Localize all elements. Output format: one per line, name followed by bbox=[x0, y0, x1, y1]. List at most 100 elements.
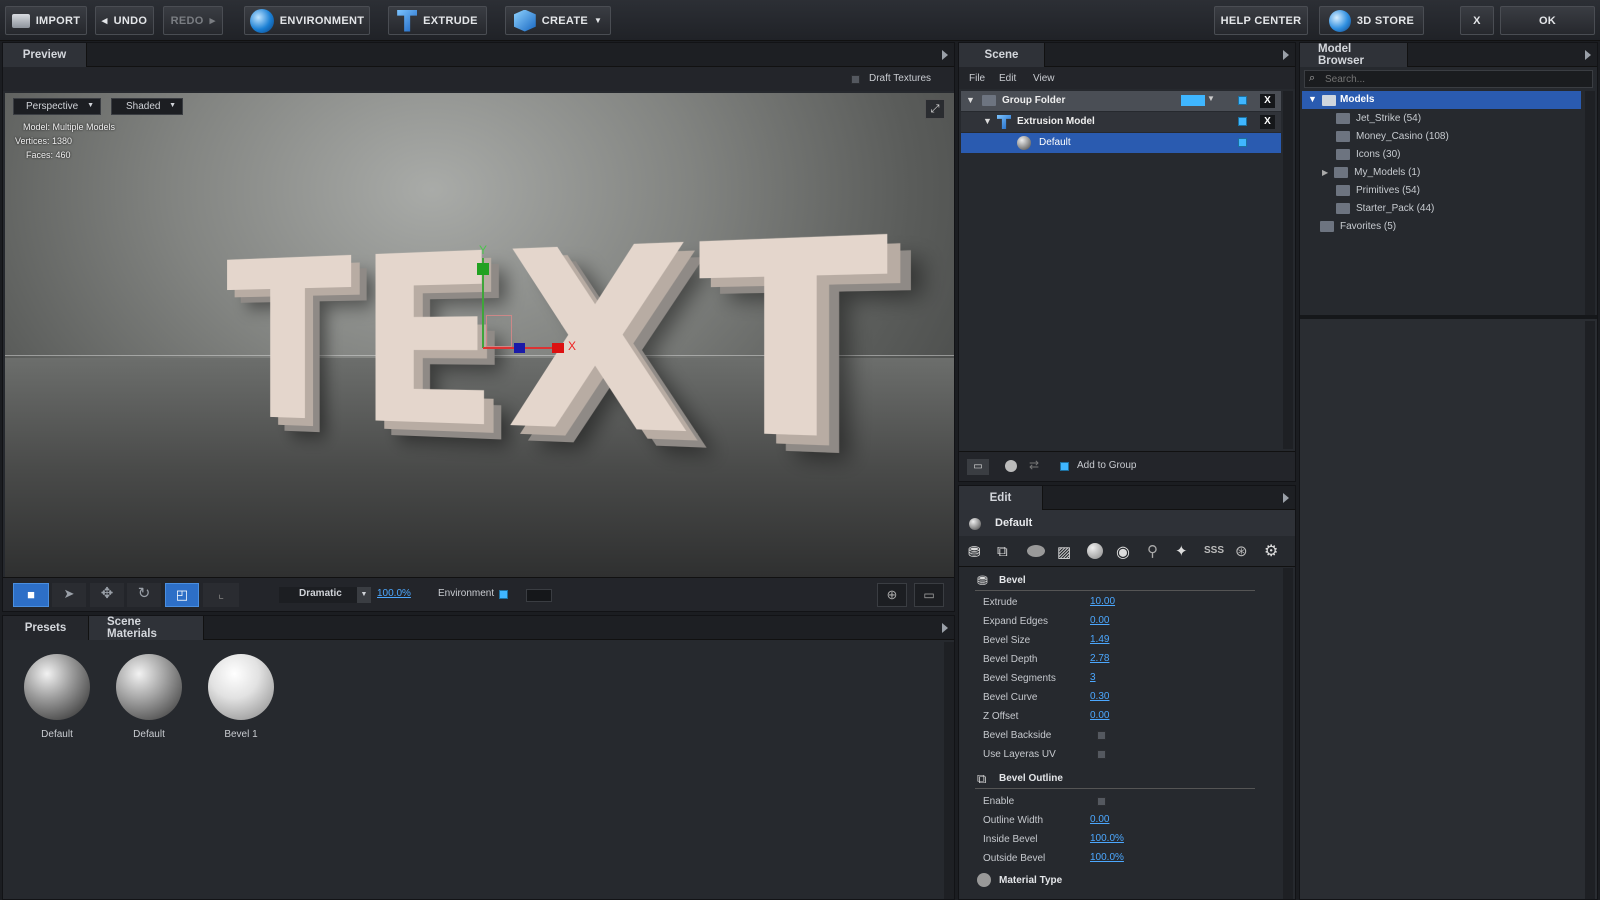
gizmo-x-handle[interactable] bbox=[552, 343, 564, 353]
menu-file[interactable]: File bbox=[969, 73, 985, 84]
3d-viewport[interactable]: TEXT Y X Perspective ▼ Shaded ▼ Model: M… bbox=[5, 93, 954, 577]
material-sphere[interactable] bbox=[208, 654, 274, 720]
scene-scrollbar[interactable] bbox=[1283, 91, 1293, 449]
model-folder-item[interactable]: Primitives (54) bbox=[1336, 182, 1420, 199]
prop-value[interactable]: 10.00 bbox=[1090, 596, 1115, 607]
prop-value[interactable]: 100.0% bbox=[1090, 833, 1124, 844]
target-icon[interactable]: ⊕ bbox=[877, 583, 907, 607]
panel-collapse-arrow-icon[interactable] bbox=[1283, 493, 1289, 503]
visibility-checkbox[interactable] bbox=[1238, 96, 1247, 105]
import-button[interactable]: IMPORT bbox=[5, 6, 87, 35]
panel-collapse-arrow-icon[interactable] bbox=[942, 50, 948, 60]
tab-scene-materials[interactable]: Scene Materials bbox=[89, 616, 204, 640]
material-add-icon[interactable] bbox=[1005, 460, 1017, 472]
tab-model-browser[interactable]: Model Browser bbox=[1300, 43, 1408, 67]
lighting-intensity-field[interactable]: 100.0% bbox=[377, 588, 411, 599]
tree-row-extrusion-model[interactable]: ▼ Extrusion Model X bbox=[961, 112, 1281, 132]
materials-scrollbar[interactable] bbox=[944, 642, 954, 899]
model-folder-item[interactable]: Money_Casino (108) bbox=[1336, 128, 1449, 145]
tree-row-group-folder[interactable]: ▼ Group Folder ▼ X bbox=[961, 91, 1281, 111]
panel-collapse-arrow-icon[interactable] bbox=[1585, 50, 1591, 60]
search-input[interactable] bbox=[1325, 72, 1585, 86]
rotate-tool-icon[interactable]: ↻ bbox=[127, 583, 161, 607]
prop-value[interactable]: 2.78 bbox=[1090, 653, 1109, 664]
material-sphere[interactable] bbox=[24, 654, 90, 720]
add-to-group-checkbox[interactable] bbox=[1060, 462, 1069, 471]
expand-arrow-icon[interactable]: ▼ bbox=[1308, 94, 1317, 104]
camera-tool-icon[interactable]: ■ bbox=[13, 583, 49, 607]
create-button[interactable]: CREATE ▼ bbox=[505, 6, 611, 35]
visibility-checkbox[interactable] bbox=[1238, 138, 1247, 147]
link-icon[interactable]: ⇄ bbox=[1029, 458, 1039, 472]
redo-button[interactable]: REDO ▸ bbox=[163, 6, 223, 35]
outline-tab-icon[interactable]: ⧉ bbox=[997, 543, 1008, 560]
edit-scrollbar[interactable] bbox=[1283, 568, 1293, 899]
render-mode-dropdown[interactable]: Shaded ▼ bbox=[111, 98, 183, 115]
gear-icon[interactable]: ⚙ bbox=[1264, 541, 1278, 561]
sss-tab-icon[interactable]: SSS bbox=[1204, 545, 1224, 556]
prop-value[interactable]: 3 bbox=[1090, 672, 1096, 683]
light-tab-icon[interactable]: ✦ bbox=[1175, 542, 1188, 560]
model-folder-item[interactable]: Icons (30) bbox=[1336, 146, 1400, 163]
panel-collapse-arrow-icon[interactable] bbox=[1283, 50, 1289, 60]
help-center-button[interactable]: HELP CENTER bbox=[1214, 6, 1308, 35]
tree-row-models[interactable]: ▼ Models bbox=[1302, 91, 1581, 109]
prop-value[interactable]: 0.00 bbox=[1090, 615, 1109, 626]
model-folder-item[interactable]: ▶ My_Models (1) bbox=[1322, 164, 1420, 181]
material-sphere[interactable] bbox=[116, 654, 182, 720]
tab-presets[interactable]: Presets bbox=[3, 616, 89, 640]
bevel-backside-checkbox[interactable] bbox=[1097, 731, 1106, 740]
tree-row-default-material[interactable]: Default bbox=[961, 133, 1281, 153]
delete-x-button[interactable]: X bbox=[1260, 94, 1275, 108]
tab-edit[interactable]: Edit bbox=[959, 486, 1043, 510]
sphere-tab-icon[interactable] bbox=[1087, 543, 1103, 559]
tab-preview[interactable]: Preview bbox=[3, 43, 87, 67]
expand-arrow-icon[interactable]: ▼ bbox=[983, 116, 992, 126]
pin-tab-icon[interactable]: ⚲ bbox=[1147, 542, 1158, 560]
new-folder-icon[interactable]: ▭ bbox=[967, 459, 989, 475]
gizmo-z-handle[interactable] bbox=[514, 343, 525, 353]
undo-button[interactable]: ◂ UNDO bbox=[95, 6, 154, 35]
expand-arrow-icon[interactable]: ▼ bbox=[966, 95, 975, 105]
prop-value[interactable]: 100.0% bbox=[1090, 852, 1124, 863]
scale-tool-icon[interactable]: ◰ bbox=[165, 583, 199, 607]
texture-tab-icon[interactable]: ▨ bbox=[1057, 543, 1071, 561]
move-tool-icon[interactable]: ✥ bbox=[90, 583, 124, 607]
outline-enable-checkbox[interactable] bbox=[1097, 797, 1106, 806]
use-layeras-uv-checkbox[interactable] bbox=[1097, 750, 1106, 759]
globe-tab-icon[interactable]: ⊛ bbox=[1235, 542, 1248, 560]
screen-icon[interactable]: ▭ bbox=[914, 583, 944, 607]
3d-store-button[interactable]: 3D STORE bbox=[1319, 6, 1424, 35]
maximize-icon[interactable]: ⤢ bbox=[925, 99, 945, 119]
3d-text-model[interactable]: TEXT bbox=[226, 174, 897, 512]
prop-value[interactable]: 0.00 bbox=[1090, 710, 1109, 721]
model-folder-item[interactable]: Starter_Pack (44) bbox=[1336, 200, 1434, 217]
group-color-swatch[interactable] bbox=[1181, 95, 1205, 106]
visibility-checkbox[interactable] bbox=[1238, 117, 1247, 126]
chevron-down-icon[interactable]: ▼ bbox=[1207, 94, 1215, 103]
ok-button[interactable]: OK bbox=[1500, 6, 1595, 35]
gizmo-y-handle[interactable] bbox=[477, 263, 489, 275]
environment-checkbox[interactable] bbox=[499, 590, 508, 599]
menu-view[interactable]: View bbox=[1033, 73, 1055, 84]
expand-arrow-icon[interactable]: ▶ bbox=[1322, 168, 1328, 177]
axis-tool-icon[interactable]: ⌞ bbox=[203, 583, 239, 607]
favorites-item[interactable]: Favorites (5) bbox=[1320, 218, 1396, 235]
select-tool-icon[interactable]: ➤ bbox=[52, 583, 86, 607]
prop-value[interactable]: 0.30 bbox=[1090, 691, 1109, 702]
close-button[interactable]: X bbox=[1460, 6, 1494, 35]
model-folder-item[interactable]: Jet_Strike (54) bbox=[1336, 110, 1421, 127]
environment-button[interactable]: ENVIRONMENT bbox=[244, 6, 370, 35]
preview-scrollbar[interactable] bbox=[1585, 321, 1595, 899]
panel-collapse-arrow-icon[interactable] bbox=[942, 623, 948, 633]
tab-scene[interactable]: Scene bbox=[959, 43, 1045, 67]
environment-color-swatch[interactable] bbox=[526, 589, 552, 602]
camera-mode-dropdown[interactable]: Perspective ▼ bbox=[13, 98, 101, 115]
material-tab-icon[interactable] bbox=[1027, 545, 1045, 557]
bevel-tab-icon[interactable]: ⛃ bbox=[968, 543, 981, 561]
prop-value[interactable]: 0.00 bbox=[1090, 814, 1109, 825]
search-box[interactable]: ⌕ bbox=[1304, 70, 1593, 88]
lighting-preset-dropdown[interactable]: Dramatic ▼ bbox=[279, 587, 371, 603]
draft-textures-checkbox[interactable] bbox=[851, 75, 860, 84]
reflection-tab-icon[interactable]: ◉ bbox=[1116, 542, 1130, 562]
